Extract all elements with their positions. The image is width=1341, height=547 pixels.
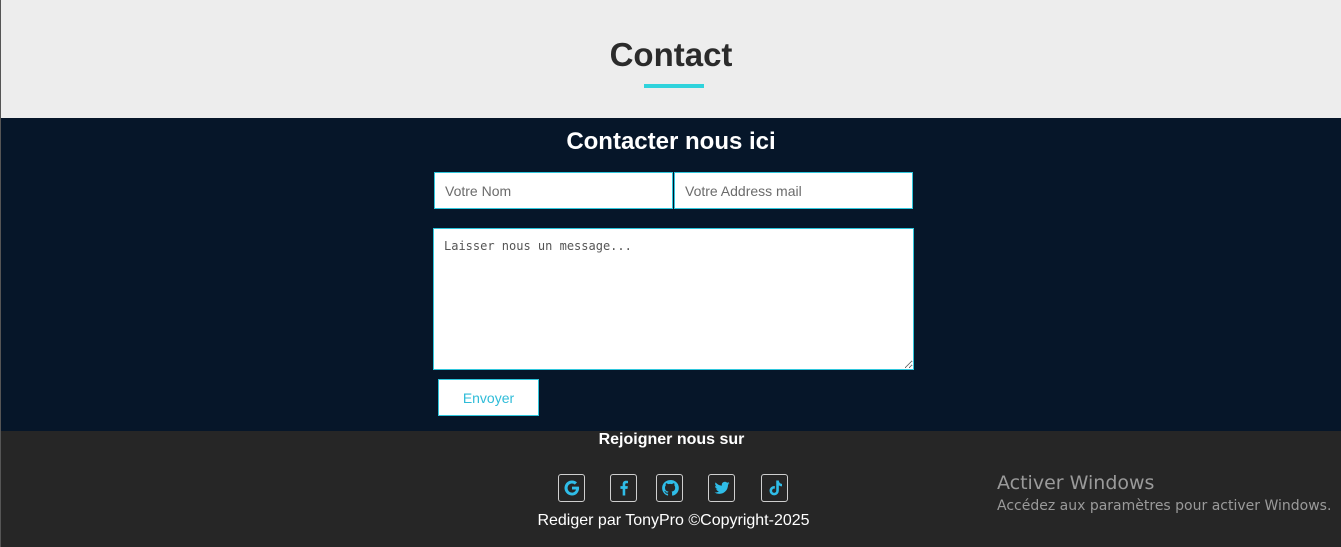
footer-heading: Rejoigner nous sur [598, 431, 745, 448]
name-input[interactable] [434, 172, 673, 209]
facebook-icon [619, 480, 628, 496]
google-icon [564, 480, 579, 496]
tiktok-icon [769, 480, 782, 496]
send-button[interactable]: Envoyer [438, 379, 539, 416]
activation-title: Activer Windows [997, 472, 1155, 494]
social-link-facebook[interactable] [610, 474, 637, 502]
email-input[interactable] [674, 172, 913, 209]
social-link-twitter[interactable] [708, 474, 735, 502]
github-icon [661, 480, 679, 496]
social-link-github[interactable] [656, 474, 683, 502]
page-header: Contact [0, 0, 1341, 118]
activation-subtitle: Accédez aux paramètres pour activer Wind… [997, 498, 1332, 514]
page-title: Contact [609, 36, 733, 73]
twitter-icon [714, 481, 729, 494]
contact-section: Contacter nous ici Envoyer [0, 118, 1341, 431]
windows-activation-watermark: Activer Windows Accédez aux paramètres p… [997, 471, 1331, 517]
social-link-google[interactable] [558, 474, 585, 502]
message-textarea[interactable] [433, 228, 914, 370]
contact-heading: Contacter nous ici [566, 128, 776, 155]
title-underline [644, 84, 704, 88]
social-link-tiktok[interactable] [761, 474, 788, 502]
